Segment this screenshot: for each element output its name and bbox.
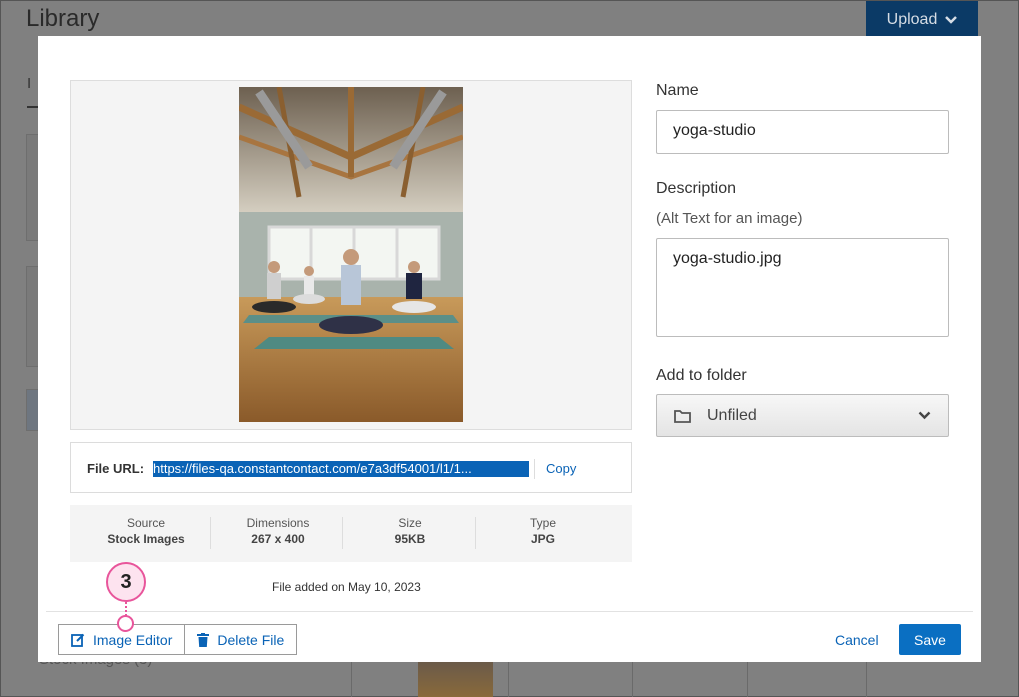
chevron-down-icon (945, 16, 958, 24)
meta-label: Size (398, 516, 422, 530)
cancel-button[interactable]: Cancel (835, 632, 879, 648)
image-details-modal: File URL: https://files-qa.constantconta… (38, 36, 981, 662)
upload-button[interactable]: Upload (866, 1, 978, 39)
page-title: Library (26, 5, 100, 32)
delete-file-button[interactable]: Delete File (184, 624, 298, 655)
step-callout-badge: 3 (106, 562, 146, 602)
thumbnail-image[interactable] (418, 661, 493, 697)
file-added-date: File added on May 10, 2023 (272, 580, 421, 594)
meta-label: Dimensions (246, 516, 310, 530)
file-url-value[interactable]: https://files-qa.constantcontact.com/e7a… (153, 461, 529, 477)
delete-file-label: Delete File (217, 631, 285, 648)
folder-icon (674, 409, 691, 423)
edit-icon (71, 633, 85, 647)
grid-divider (866, 661, 867, 697)
folder-select[interactable]: Unfiled (656, 394, 949, 437)
save-button[interactable]: Save (899, 624, 961, 655)
grid-divider (747, 661, 748, 697)
name-label: Name (656, 82, 699, 99)
meta-source: Source Stock Images (80, 516, 212, 546)
divider (475, 517, 476, 549)
image-actions: Image Editor Delete File (58, 624, 298, 655)
meta-dimensions: Dimensions 267 x 400 (212, 516, 344, 546)
grid-divider (508, 661, 509, 697)
description-textarea[interactable]: yoga-studio.jpg (656, 238, 949, 337)
meta-value: JPG (530, 532, 555, 546)
upload-label: Upload (886, 11, 938, 28)
divider (342, 517, 343, 549)
folder-select-value: Unfiled (707, 406, 757, 424)
meta-label: Source (126, 516, 166, 530)
file-url-label: File URL: (87, 461, 145, 476)
chevron-down-icon (918, 411, 931, 420)
description-label: Description (656, 180, 737, 197)
grid-divider (632, 661, 633, 697)
image-preview-panel (70, 80, 632, 430)
footer-divider (46, 611, 973, 612)
description-hint: (Alt Text for an image) (656, 210, 803, 227)
image-editor-label: Image Editor (93, 631, 173, 648)
divider (210, 517, 211, 549)
divider (534, 459, 535, 479)
meta-value: 267 x 400 (251, 532, 305, 546)
meta-value: 95KB (394, 532, 426, 546)
copy-url-button[interactable]: Copy (546, 461, 576, 476)
folder-label: Add to folder (656, 367, 747, 384)
meta-value: Stock Images (107, 532, 185, 546)
trash-icon (197, 632, 210, 647)
file-metadata: Source Stock Images Dimensions 267 x 400… (70, 505, 632, 562)
meta-size: Size 95KB (344, 516, 476, 546)
grid-divider (351, 661, 352, 697)
yoga-studio-image (239, 87, 463, 422)
meta-label: Type (529, 516, 556, 530)
callout-target-ring (117, 615, 134, 632)
meta-type: Type JPG (477, 516, 609, 546)
file-url-box: File URL: https://files-qa.constantconta… (70, 442, 632, 493)
callout-connector (125, 602, 127, 616)
name-input[interactable]: yoga-studio (656, 110, 949, 154)
